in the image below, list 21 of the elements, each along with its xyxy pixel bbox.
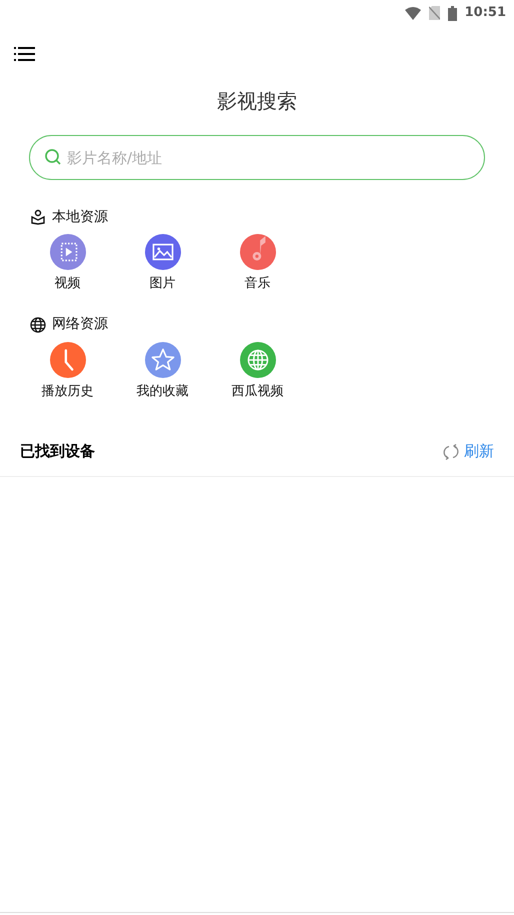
wifi-icon — [404, 6, 421, 20]
status-time: 10:51 — [464, 4, 506, 22]
search-field[interactable]: 影片名称/地址 — [29, 135, 485, 180]
resource-item[interactable]: 视频 — [20, 234, 115, 294]
globe-icon — [30, 316, 46, 332]
refresh-button[interactable]: 刷新 — [443, 440, 494, 463]
no-sim-icon — [428, 6, 440, 20]
section-title: 网络资源 — [52, 315, 108, 334]
resource-item[interactable]: 播放历史 — [20, 342, 115, 401]
battery-icon — [448, 6, 457, 20]
refresh-icon — [443, 444, 459, 460]
location-book-icon — [30, 209, 46, 225]
page-title: 影视搜索 — [216, 88, 298, 115]
resource-item[interactable]: 西瓜视频 — [210, 342, 305, 401]
resource-item[interactable]: 我的收藏 — [115, 342, 210, 401]
menu-button[interactable] — [14, 45, 36, 63]
resource-item[interactable]: 音乐 — [210, 234, 305, 294]
devices-heading: 已找到设备 — [20, 441, 95, 462]
search-icon — [44, 148, 62, 166]
section-title: 本地资源 — [52, 208, 108, 226]
resource-item[interactable]: 图片 — [115, 234, 210, 294]
